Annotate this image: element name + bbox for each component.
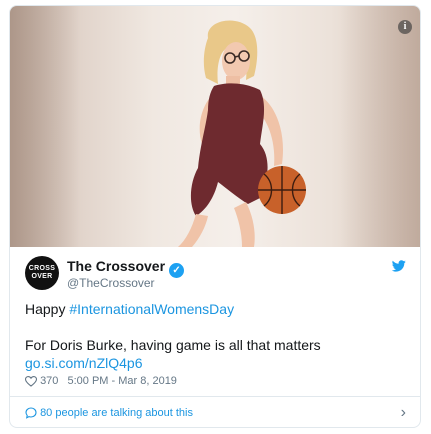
tweet-text-line-2: For Doris Burke, having game is all that… (25, 337, 321, 353)
author-name-text: The Crossover (67, 258, 166, 274)
conversation-link[interactable]: 80 people are talking about this (25, 407, 193, 419)
woman-dribbling-illustration (178, 20, 306, 247)
info-icon[interactable]: i (398, 20, 412, 34)
tweet-url-link[interactable]: go.si.com/nZlQ4p6 (25, 354, 143, 372)
heart-icon[interactable] (24, 375, 38, 387)
tweet-photo[interactable]: i (10, 6, 420, 247)
divider (10, 396, 420, 397)
tweet-meta: 370 5:00 PM - Mar 8, 2019 (24, 375, 177, 387)
twitter-bird-icon[interactable] (392, 260, 406, 272)
hashtag-link[interactable]: #InternationalWomensDay (69, 301, 234, 317)
verified-badge-icon: ✓ (169, 263, 185, 278)
like-count[interactable]: 370 (40, 375, 58, 387)
tweet-text-prefix: Happy (25, 301, 70, 317)
conversation-count-text: 80 people are talking about this (40, 407, 193, 420)
tweet-card: i CROSS OVER The Crossover ✓ @TheCrossove… (9, 5, 421, 428)
author-handle[interactable]: @TheCrossover (67, 276, 155, 290)
avatar[interactable]: CROSS OVER (25, 256, 59, 290)
author-name[interactable]: The Crossover ✓ (67, 258, 185, 278)
chevron-right-icon[interactable]: › (401, 404, 406, 422)
tweet-text-line-1: Happy #InternationalWomensDay (25, 300, 234, 318)
speech-bubble-icon (25, 407, 37, 419)
tweet-timestamp[interactable]: 5:00 PM - Mar 8, 2019 (67, 375, 176, 387)
